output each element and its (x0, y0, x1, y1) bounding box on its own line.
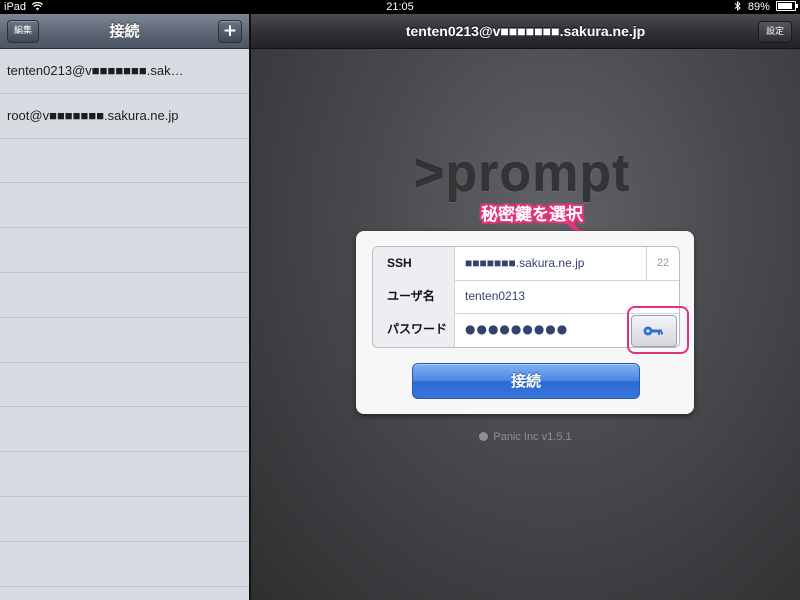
list-item (0, 273, 249, 318)
password-label: パスワード (373, 313, 455, 347)
sidebar-navbar: 編集 接続 + (0, 14, 249, 49)
list-item (0, 139, 249, 184)
battery-status: 89% (734, 0, 798, 14)
connection-item-2[interactable]: root@v■■■■■■■.sakura.ne.jp (0, 94, 249, 139)
key-highlight-box (627, 306, 689, 354)
list-item (0, 497, 249, 542)
status-time: 21:05 (386, 1, 414, 13)
connection-item-1[interactable]: tenten0213@v■■■■■■■.sak… (0, 49, 249, 94)
list-item (0, 542, 249, 587)
username-field[interactable]: tenten0213 (465, 280, 525, 313)
list-item (0, 183, 249, 229)
panic-logo-icon (479, 432, 489, 441)
port-field[interactable]: 22 (646, 247, 679, 280)
list-item (0, 363, 249, 408)
sidebar-title: 接続 (109, 22, 140, 40)
add-connection-button[interactable]: + (218, 20, 242, 43)
connection-detail: tenten0213@v■■■■■■■.sakura.ne.jp 設定 >pro… (251, 14, 800, 600)
list-item (0, 228, 249, 273)
list-item (0, 318, 249, 363)
status-bar: iPad 21:05 89% (0, 0, 800, 14)
connections-sidebar: 編集 接続 + tenten0213@v■■■■■■■.sak… root@v■… (0, 14, 249, 600)
bluetooth-icon (734, 0, 741, 12)
username-label: ユーザ名 (373, 280, 455, 313)
password-field[interactable]: ●●●●●●●●● (465, 313, 568, 345)
battery-icon (776, 1, 798, 11)
list-item (0, 407, 249, 453)
host-row: SSH ■■■■■■■.sakura.ne.jp 22 (373, 247, 679, 281)
version-label: Panic Inc v1.5.1 (251, 431, 800, 443)
host-field[interactable]: ■■■■■■■.sakura.ne.jp (465, 247, 584, 280)
connect-button[interactable]: 接続 (412, 363, 640, 399)
ssh-label: SSH (373, 247, 455, 280)
connection-list: tenten0213@v■■■■■■■.sak… root@v■■■■■■■.s… (0, 49, 249, 587)
list-item (0, 452, 249, 497)
